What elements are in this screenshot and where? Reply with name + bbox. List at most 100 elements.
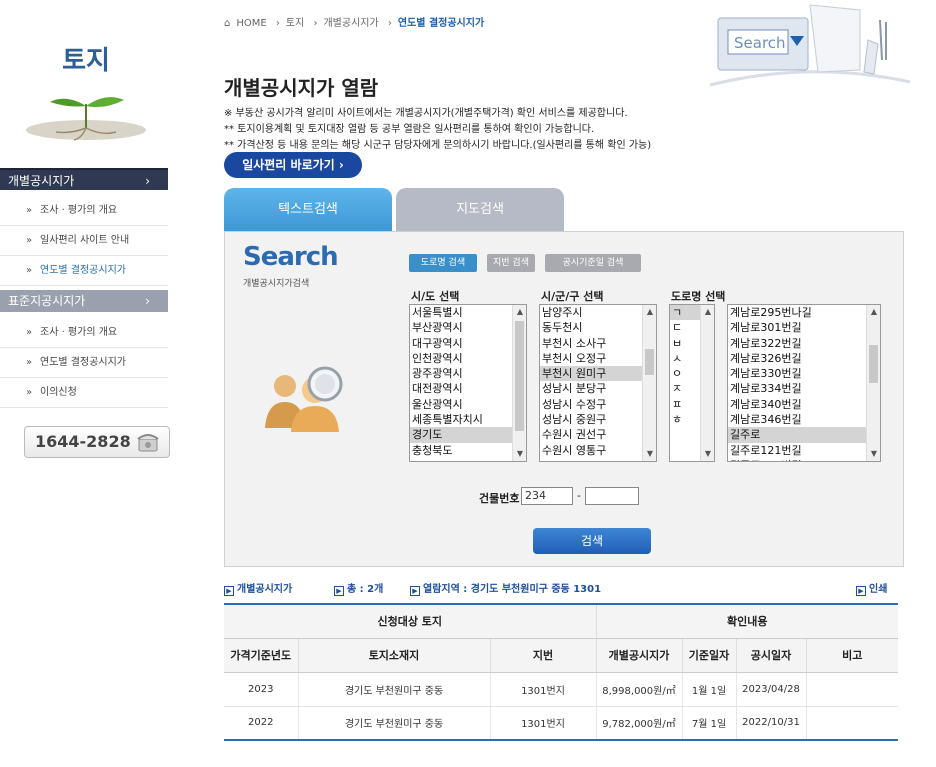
search-logo: Search	[243, 242, 339, 272]
road-option[interactable]: 계남로334번길	[728, 381, 880, 396]
deco-search-text: Search	[734, 34, 786, 52]
chevron-right-icon: ›	[313, 18, 318, 29]
sido-option[interactable]: 대구광역시	[410, 336, 526, 351]
breadcrumb-home[interactable]: HOME	[236, 18, 266, 29]
sidebar-section-standard[interactable]: 표준지공시지가 ›	[0, 290, 168, 312]
info-type-text: 개별공시지가	[237, 584, 293, 595]
info-count-text: 총 : 2개	[347, 584, 384, 595]
sidebar-section-label: 표준지공시지가	[8, 294, 86, 308]
col-header-year: 가격기준년도	[224, 638, 299, 673]
sido-option[interactable]: 세종특별자치시	[410, 412, 526, 427]
road-initial-listbox[interactable]: ㄱㄷㅂㅅㅇㅈㅍㅎ ▲ ▼	[669, 304, 715, 462]
cell-remarks	[806, 706, 898, 741]
building-sub-number-input[interactable]	[585, 487, 639, 505]
cell-notice-date: 2023/04/28	[736, 672, 807, 707]
road-option[interactable]: 계남로330번길	[728, 366, 880, 381]
lot-number-search-button[interactable]: 지번 검색	[487, 254, 535, 272]
scrollbar[interactable]: ▲ ▼	[866, 305, 880, 461]
sidebar-item-ilsa-guide[interactable]: 일사편리 사이트 안내	[0, 226, 168, 256]
road-label: 도로명 선택	[671, 290, 726, 303]
cell-year: 2022	[224, 706, 299, 741]
chevron-right-icon: ›	[145, 294, 150, 308]
sigungu-option[interactable]: 성남시 수정구	[540, 397, 656, 412]
building-number-label: 건물번호	[479, 492, 520, 505]
road-option[interactable]: 계남로346번길	[728, 412, 880, 427]
col-header-lot: 지번	[490, 638, 597, 673]
road-option[interactable]: 길주로121번길	[728, 443, 880, 458]
phone-number: 1644-2828	[35, 432, 131, 451]
sido-option[interactable]: 광주광역시	[410, 366, 526, 381]
search-submit-button[interactable]: 검색	[533, 528, 651, 554]
sidebar-section-individual[interactable]: 개별공시지가 ›	[0, 168, 168, 190]
tab-text-search[interactable]: 텍스트검색	[224, 188, 392, 232]
sido-option[interactable]: 서울특별시	[410, 305, 526, 320]
sigungu-option[interactable]: 부천시 오정구	[540, 351, 656, 366]
breadcrumb-current: 연도별 결정공시지가	[397, 18, 485, 29]
sigungu-option[interactable]: 동두천시	[540, 320, 656, 335]
road-option[interactable]: 계남로326번길	[728, 351, 880, 366]
road-option[interactable]: 계남로322번길	[728, 336, 880, 351]
sido-option[interactable]: 경기도	[410, 427, 526, 443]
ilsa-shortcut-button[interactable]: 일사편리 바로가기 ›	[224, 152, 362, 178]
chevron-right-icon: ›	[145, 174, 150, 188]
telephone-icon	[137, 434, 159, 452]
sigungu-listbox[interactable]: 남양주시 동두천시 부천시 소사구 부천시 오정구 부천시 원미구 성남시 분당구 성남시 …	[539, 304, 657, 462]
cell-notice-date: 2022/10/31	[736, 706, 807, 741]
sigungu-option[interactable]: 부천시 소사구	[540, 336, 656, 351]
arrow-box-icon: ▶	[410, 586, 420, 596]
breadcrumb-individual[interactable]: 개별공시지가	[323, 18, 378, 29]
tab-map-search[interactable]: 지도검색	[396, 188, 564, 232]
road-option[interactable]: 계남로295번나길	[728, 305, 880, 320]
notice-date-search-button[interactable]: 공시기준일 검색	[545, 254, 641, 272]
sidebar-item-std-yearly[interactable]: 연도별 결정공시지가	[0, 348, 168, 378]
scrollbar[interactable]: ▲ ▼	[700, 305, 714, 461]
col-header-notice-date: 공시일자	[736, 638, 807, 673]
sigungu-option[interactable]: 수원시 권선구	[540, 427, 656, 442]
home-icon: ⌂	[224, 18, 231, 29]
sidebar-item-objection[interactable]: 이의신청	[0, 378, 168, 408]
sido-option[interactable]: 대전광역시	[410, 381, 526, 396]
scrollbar[interactable]: ▲ ▼	[642, 305, 656, 461]
chevron-right-icon: ›	[275, 18, 280, 29]
sigungu-option[interactable]: 성남시 분당구	[540, 381, 656, 396]
table-row: 2023 경기도 부천원미구 중동 1301번지 8,998,000원/㎡ 1월…	[224, 672, 898, 707]
sprout-illustration-icon	[26, 97, 146, 141]
sido-label: 시/도 선택	[411, 290, 460, 303]
search-logo-subtitle: 개별공시지가검색	[243, 279, 310, 289]
road-listbox[interactable]: 계남로295번나길 계남로301번길 계남로322번길 계남로326번길 계남로330번…	[727, 304, 881, 462]
road-option[interactable]: 길주로133번길	[728, 458, 880, 461]
group-header-confirm: 확인내용	[596, 604, 898, 639]
sidebar-title: 토지	[62, 46, 110, 76]
sidebar-item-yearly-price[interactable]: 연도별 결정공시지가	[0, 256, 168, 286]
road-option[interactable]: 길주로	[728, 427, 880, 443]
road-name-search-button[interactable]: 도로명 검색	[409, 254, 477, 272]
sido-option[interactable]: 인천광역시	[410, 351, 526, 366]
search-panel: Search 개별공시지가검색 도로명 검색 지번 검색 공시기준일 검색 시/…	[224, 231, 904, 567]
sido-option[interactable]: 충청북도	[410, 443, 526, 458]
sigungu-option[interactable]: 부천시 원미구	[540, 366, 656, 382]
breadcrumb-land[interactable]: 토지	[286, 18, 304, 29]
scrollbar[interactable]: ▲ ▼	[512, 305, 526, 461]
info-count: ▶ 총 : 2개	[334, 580, 383, 596]
notice-line: ** 토지이용계획 및 토지대장 열람 등 공부 열람은 일사편리를 통하여 확…	[224, 124, 595, 135]
building-main-number-input[interactable]: 234	[521, 487, 573, 505]
sigungu-option[interactable]: 남양주시	[540, 305, 656, 320]
sidebar-item-overview[interactable]: 조사 · 평가의 개요	[0, 196, 168, 226]
arrow-box-icon: ▶	[224, 586, 234, 596]
info-area: ▶ 열람지역 : 경기도 부천원미구 중동 1301	[410, 580, 601, 596]
road-option[interactable]: 계남로301번길	[728, 320, 880, 335]
print-link[interactable]: ▶ 인쇄	[856, 580, 887, 596]
sido-option[interactable]: 부산광역시	[410, 320, 526, 335]
sigungu-option[interactable]: 수원시 영통구	[540, 443, 656, 458]
road-option[interactable]: 계남로340번길	[728, 397, 880, 412]
sido-listbox[interactable]: 서울특별시 부산광역시 대구광역시 인천광역시 광주광역시 대전광역시 울산광역시 세종특별자…	[409, 304, 527, 462]
cell-lot: 1301번지	[490, 672, 597, 707]
sido-option[interactable]: 울산광역시	[410, 397, 526, 412]
sidebar-item-std-overview[interactable]: 조사 · 평가의 개요	[0, 318, 168, 348]
cell-price: 8,998,000원/㎡	[596, 672, 683, 707]
print-text: 인쇄	[869, 584, 888, 595]
notice-line: ** 가격산정 등 내용 문의는 해당 시군구 담당자에게 문의하시기 바랍니다…	[224, 140, 652, 151]
cell-base-date: 7월 1일	[682, 706, 737, 741]
sigungu-option[interactable]: 성남시 중원구	[540, 412, 656, 427]
col-header-remarks: 비고	[806, 638, 898, 673]
